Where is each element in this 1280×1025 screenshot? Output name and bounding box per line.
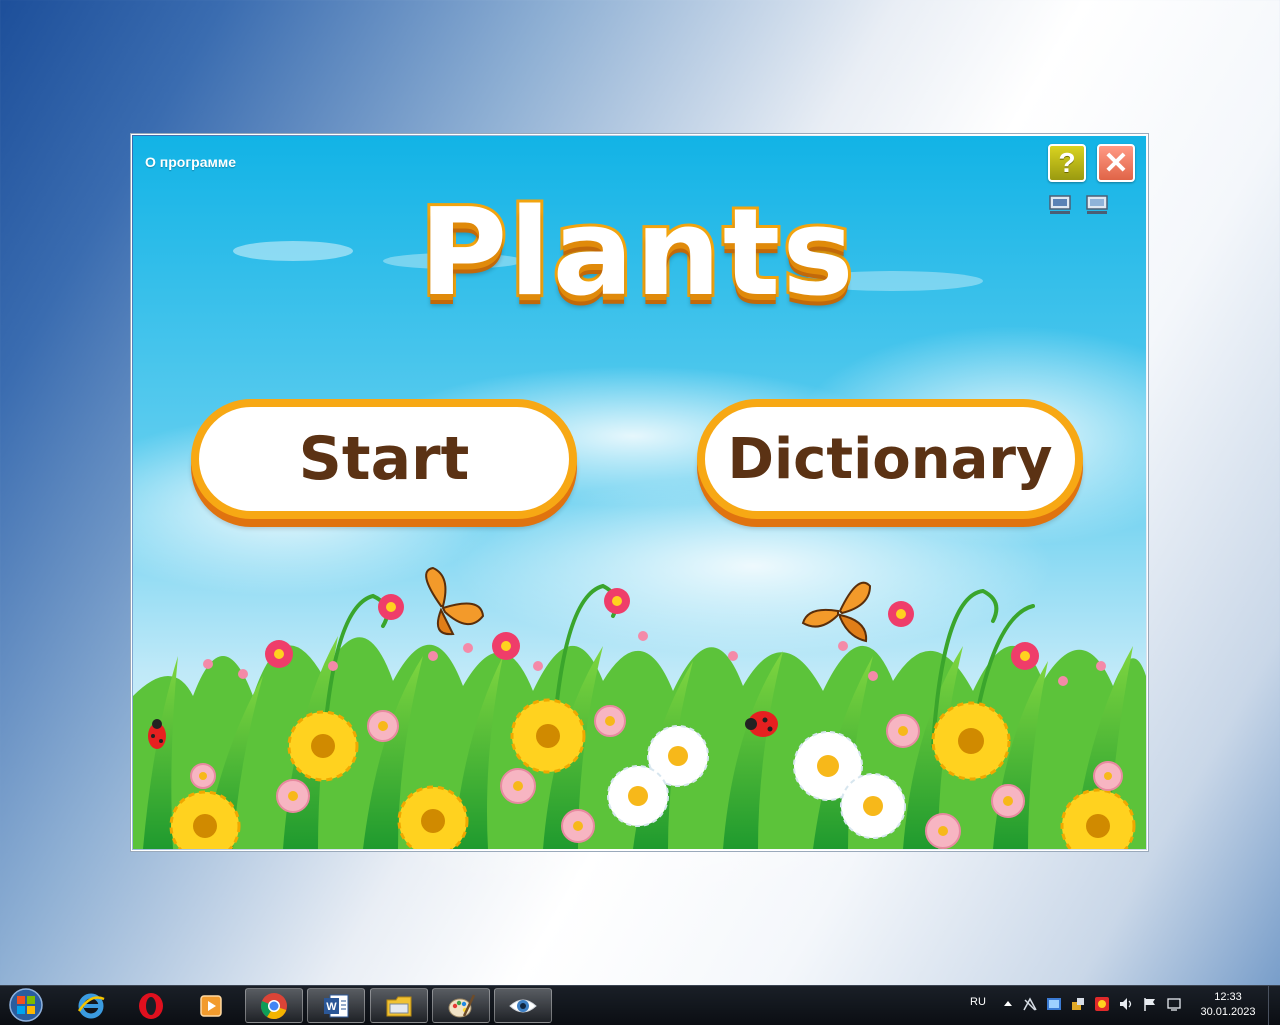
taskbar-app-chrome[interactable] — [245, 988, 303, 1023]
app-title: Plants — [416, 181, 856, 326]
clock-date: 30.01.2023 — [1200, 1006, 1256, 1018]
taskbar-app-file-explorer[interactable] — [370, 988, 428, 1023]
keyboard-tray-icon[interactable] — [1046, 996, 1062, 1012]
show-hidden-icons-icon[interactable] — [1000, 996, 1016, 1012]
taskbar-app-opera[interactable] — [122, 988, 180, 1023]
action-center-flag-icon[interactable] — [1142, 996, 1158, 1012]
taskbar-app-paint[interactable] — [432, 988, 490, 1023]
clock-time: 12:33 — [1214, 991, 1242, 1003]
word-icon: W — [324, 994, 349, 1017]
app-window: О программе ? ✕ Plants Start Dictionary — [130, 133, 1149, 852]
help-button[interactable]: ? — [1048, 144, 1086, 182]
eye-app-icon — [509, 999, 537, 1012]
chrome-icon — [260, 992, 287, 1019]
antivirus-tray-icon[interactable] — [1094, 996, 1110, 1012]
internet-explorer-icon — [77, 993, 105, 1018]
taskbar: W RU 12:33 30.01.2023 — [0, 985, 1280, 1025]
file-explorer-icon — [386, 996, 412, 1016]
start-button[interactable]: Start — [191, 399, 577, 519]
taskbar-app-internet-explorer[interactable] — [62, 988, 120, 1023]
network-icon[interactable] — [1022, 996, 1038, 1012]
media-player-icon — [200, 994, 222, 1017]
language-indicator[interactable]: RU — [970, 996, 986, 1008]
about-program-link[interactable]: О программе — [145, 154, 236, 170]
opera-icon — [139, 992, 163, 1019]
taskbar-app-eye[interactable] — [494, 988, 552, 1023]
notification-icon[interactable] — [1166, 996, 1182, 1012]
dictionary-button[interactable]: Dictionary — [697, 399, 1083, 519]
show-desktop-button[interactable] — [1268, 986, 1280, 1025]
volume-icon[interactable] — [1118, 996, 1134, 1012]
taskbar-clock[interactable]: 12:33 30.01.2023 — [1192, 990, 1264, 1020]
start-menu-button[interactable] — [4, 986, 48, 1025]
taskbar-app-media-player[interactable] — [182, 988, 240, 1023]
close-button[interactable]: ✕ — [1097, 144, 1135, 182]
taskbar-app-word[interactable]: W — [307, 988, 365, 1023]
paint-icon — [448, 993, 476, 1017]
svg-text:W: W — [326, 1001, 337, 1013]
security-tray-icon[interactable] — [1070, 996, 1086, 1012]
